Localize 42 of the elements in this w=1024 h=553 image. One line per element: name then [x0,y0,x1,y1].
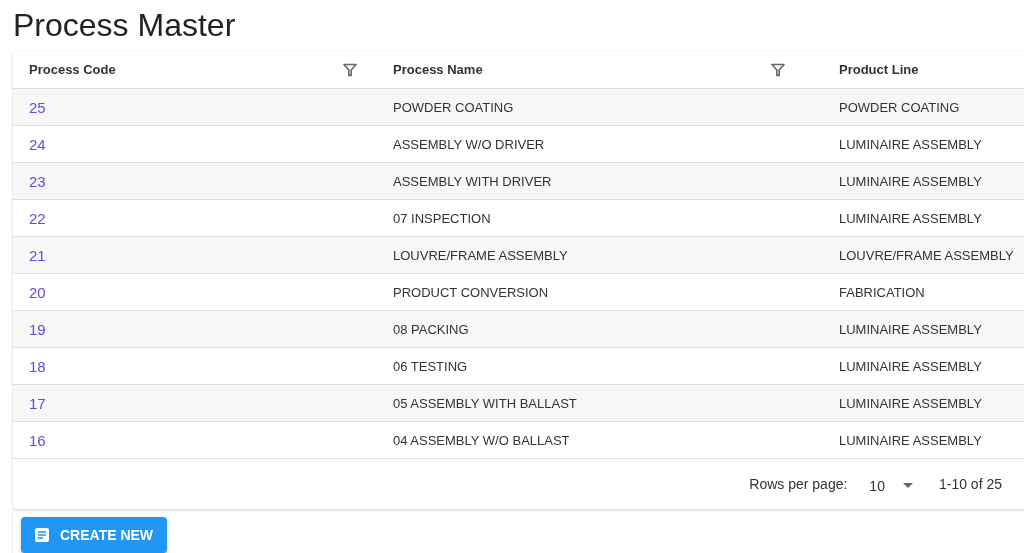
table-cell: FABRICATION [839,284,925,300]
process-code-link[interactable]: 16 [29,431,46,449]
table-cell: 08 PACKING [393,321,469,337]
table-cell: POWDER COATING [839,99,960,115]
process-code-link[interactable]: 25 [29,98,46,116]
table-cell: ASSEMBLY WITH DRIVER [393,173,552,189]
table-cell: LUMINAIRE ASSEMBLY [839,173,982,189]
filter-icon[interactable] [343,62,357,77]
table-cell: LUMINAIRE ASSEMBLY [839,321,982,337]
process-code-link[interactable]: 17 [29,394,46,412]
column-header[interactable]: Process Code [29,62,116,77]
process-code-link[interactable]: 20 [29,283,46,301]
page-range: 1-10 of 25 [938,476,1002,492]
rows-per-page-select[interactable]: 10 [869,474,913,494]
page-title: Process Master [12,6,237,45]
process-code-link[interactable]: 21 [29,246,46,264]
column-header[interactable]: Product Line [839,62,919,77]
table-cell: LUMINAIRE ASSEMBLY [839,395,982,411]
table-cell: 06 TESTING [393,358,468,374]
caret-icon [902,483,913,488]
process-code-link[interactable]: 23 [29,172,46,190]
table-cell: LOUVRE/FRAME ASSEMBLY [393,247,568,263]
process-code-link[interactable]: 22 [29,209,46,227]
table-cell: 04 ASSEMBLY W/O BALLAST [393,432,570,448]
document-icon [34,527,50,543]
table-cell: LOUVRE/FRAME ASSEMBLY [839,247,1014,263]
process-code-link[interactable]: 24 [29,135,46,153]
filter-icon[interactable] [771,62,785,77]
create-new-button[interactable]: CREATE NEW [21,517,168,553]
table-cell: 07 INSPECTION [393,210,491,226]
table-cell: LUMINAIRE ASSEMBLY [839,358,982,374]
table-cell: LUMINAIRE ASSEMBLY [839,432,982,448]
rows-per-page-label: Rows per page: [749,476,848,492]
table-cell: ASSEMBLY W/O DRIVER [393,136,545,152]
process-code-link[interactable]: 18 [29,357,46,375]
table-cell: POWDER COATING [393,99,514,115]
table-cell: 05 ASSEMBLY WITH BALLAST [393,395,577,411]
table-cell: LUMINAIRE ASSEMBLY [839,136,982,152]
process-code-link[interactable]: 19 [29,320,46,338]
column-header[interactable]: Process Name [393,62,483,77]
table-cell: PRODUCT CONVERSION [393,284,549,300]
table-cell: LUMINAIRE ASSEMBLY [839,210,982,226]
